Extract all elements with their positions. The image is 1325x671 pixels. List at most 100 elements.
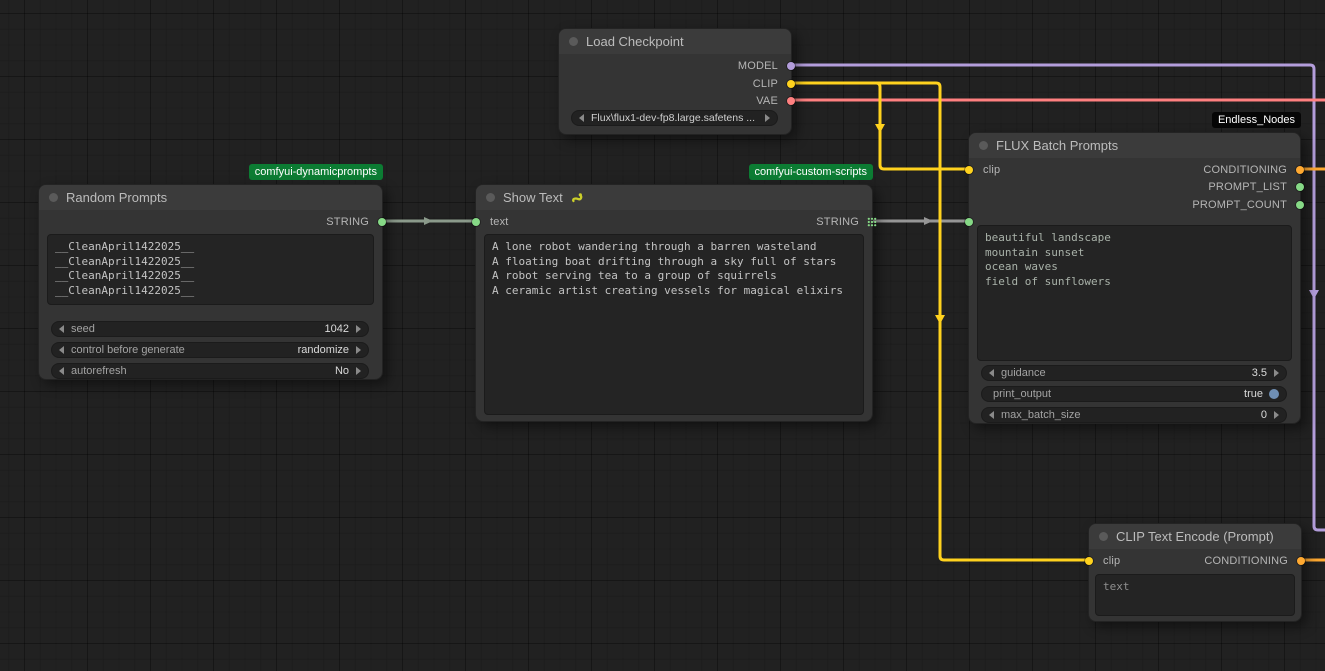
show-text-display: A lone robot wandering through a barren …	[484, 234, 864, 415]
node-source-badge: comfyui-dynamicprompts	[249, 164, 383, 180]
prompt-textarea[interactable]: text	[1095, 574, 1295, 616]
widget-value: true	[1244, 388, 1263, 400]
input-label-clip: clip	[983, 164, 1000, 176]
output-dot-conditioning[interactable]	[1297, 557, 1305, 565]
widget-name: control before generate	[71, 344, 185, 356]
node-random-prompts: Random Prompts STRING __CleanApril142202…	[38, 184, 383, 380]
wire-arrow-right-icon	[424, 217, 433, 225]
print-output-widget[interactable]: print_output true	[981, 386, 1287, 402]
increment-icon[interactable]	[356, 325, 361, 333]
max-batch-size-widget[interactable]: max_batch_size 0	[981, 407, 1287, 423]
wire-arrow-down-icon	[875, 124, 885, 133]
output-dot-model[interactable]	[787, 62, 795, 70]
widget-value: 1042	[325, 323, 349, 335]
output-label-string: STRING	[816, 216, 859, 228]
slot-row: CLIP	[559, 76, 791, 92]
node-graph-canvas[interactable]: Load Checkpoint MODEL CLIP VAE Flux\flux…	[0, 0, 1325, 671]
node-title-bar[interactable]: Random Prompts	[39, 185, 382, 210]
collapse-dot-icon[interactable]	[1099, 532, 1108, 541]
widget-name: max_batch_size	[1001, 409, 1081, 421]
collapse-dot-icon[interactable]	[569, 37, 578, 46]
node-title: Random Prompts	[66, 190, 167, 205]
autorefresh-widget[interactable]: autorefresh No	[51, 363, 369, 379]
collapse-dot-icon[interactable]	[486, 193, 495, 202]
node-title: Show Text	[503, 190, 563, 205]
widget-value: 0	[1261, 409, 1267, 421]
widget-name: guidance	[1001, 367, 1046, 379]
next-option-icon[interactable]	[765, 114, 770, 122]
next-option-icon[interactable]	[356, 346, 361, 354]
slot-row: clip CONDITIONING	[1089, 553, 1301, 569]
output-label-prompt-count: PROMPT_COUNT	[1192, 199, 1287, 211]
collapse-dot-icon[interactable]	[49, 193, 58, 202]
slot-row: PROMPT_LIST	[969, 179, 1300, 195]
input-dot-text[interactable]	[965, 218, 973, 226]
widget-value: 3.5	[1252, 367, 1267, 379]
node-title-bar[interactable]: Show Text	[476, 185, 872, 210]
toggle-icon[interactable]	[1269, 389, 1279, 399]
node-show-text: Show Text text STRING A lone robot wande…	[475, 184, 873, 422]
node-load-checkpoint: Load Checkpoint MODEL CLIP VAE Flux\flux…	[558, 28, 792, 135]
string-grid-slot-icon[interactable]	[867, 217, 877, 227]
slot-row: text STRING	[476, 214, 872, 230]
slot-row: PROMPT_COUNT	[969, 197, 1300, 213]
decrement-icon[interactable]	[989, 369, 994, 377]
slot-row: VAE	[559, 93, 791, 109]
snake-icon	[571, 191, 584, 204]
output-label-vae: VAE	[756, 95, 778, 107]
ckpt-name-widget[interactable]: Flux\flux1-dev-fp8.large.safetens ...	[571, 110, 778, 126]
output-dot-vae[interactable]	[787, 97, 795, 105]
node-source-badge: Endless_Nodes	[1212, 112, 1301, 128]
output-label-prompt-list: PROMPT_LIST	[1208, 181, 1287, 193]
node-title: CLIP Text Encode (Prompt)	[1116, 529, 1274, 544]
prompt-template-textarea[interactable]: __CleanApril1422025__ __CleanApril142202…	[47, 234, 374, 305]
decrement-icon[interactable]	[59, 325, 64, 333]
input-dot-text[interactable]	[472, 218, 480, 226]
wire-arrow-right-icon	[924, 217, 933, 225]
node-title-bar[interactable]: CLIP Text Encode (Prompt)	[1089, 524, 1301, 549]
widget-name: autorefresh	[71, 365, 127, 377]
slot-row: STRING	[39, 214, 382, 230]
slot-row: clip CONDITIONING	[969, 162, 1300, 178]
output-label-conditioning: CONDITIONING	[1203, 164, 1287, 176]
increment-icon[interactable]	[1274, 411, 1279, 419]
node-flux-batch-prompts: FLUX Batch Prompts clip CONDITIONING PRO…	[968, 132, 1301, 424]
output-label-string: STRING	[326, 216, 369, 228]
next-option-icon[interactable]	[356, 367, 361, 375]
widget-value: No	[335, 365, 349, 377]
ckpt-name-value: Flux\flux1-dev-fp8.large.safetens ...	[591, 112, 758, 124]
node-title-bar[interactable]: FLUX Batch Prompts	[969, 133, 1300, 158]
output-dot-prompt-count[interactable]	[1296, 201, 1304, 209]
wire-arrow-down-icon	[1309, 290, 1319, 299]
seed-widget[interactable]: seed 1042	[51, 321, 369, 337]
prev-option-icon[interactable]	[59, 346, 64, 354]
prev-option-icon[interactable]	[579, 114, 584, 122]
output-label-clip: CLIP	[753, 78, 778, 90]
widget-name: print_output	[993, 388, 1051, 400]
batch-prompts-textarea[interactable]: beautiful landscape mountain sunset ocea…	[977, 225, 1292, 361]
collapse-dot-icon[interactable]	[979, 141, 988, 150]
output-label-model: MODEL	[738, 60, 778, 72]
slot-row: MODEL	[559, 58, 791, 74]
node-clip-text-encode: CLIP Text Encode (Prompt) clip CONDITION…	[1088, 523, 1302, 622]
output-dot-clip[interactable]	[787, 80, 795, 88]
output-dot-string[interactable]	[378, 218, 386, 226]
wire-arrow-down-icon	[935, 315, 945, 324]
node-title: FLUX Batch Prompts	[996, 138, 1118, 153]
output-dot-conditioning[interactable]	[1296, 166, 1304, 174]
guidance-widget[interactable]: guidance 3.5	[981, 365, 1287, 381]
node-title: Load Checkpoint	[586, 34, 684, 49]
output-dot-prompt-list[interactable]	[1296, 183, 1304, 191]
input-label-text: text	[490, 216, 509, 228]
widget-value: randomize	[298, 344, 349, 356]
input-dot-clip[interactable]	[965, 166, 973, 174]
widget-name: seed	[71, 323, 95, 335]
input-label-clip: clip	[1103, 555, 1120, 567]
node-source-badge: comfyui-custom-scripts	[749, 164, 873, 180]
prev-option-icon[interactable]	[59, 367, 64, 375]
node-title-bar[interactable]: Load Checkpoint	[559, 29, 791, 54]
control-before-generate-widget[interactable]: control before generate randomize	[51, 342, 369, 358]
input-dot-clip[interactable]	[1085, 557, 1093, 565]
decrement-icon[interactable]	[989, 411, 994, 419]
increment-icon[interactable]	[1274, 369, 1279, 377]
